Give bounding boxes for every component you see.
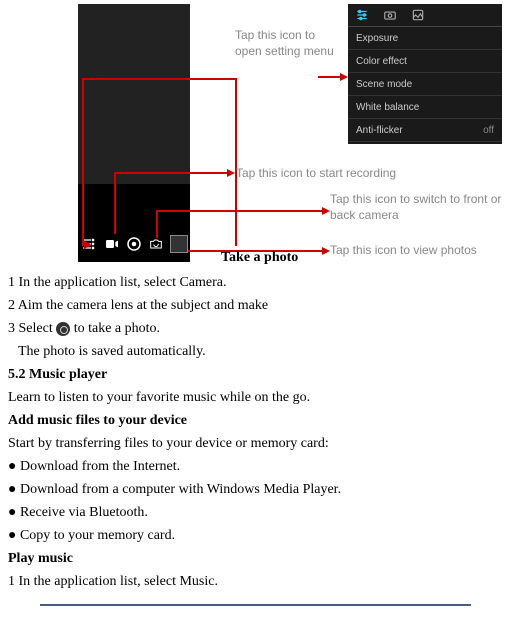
step: 2 Aim the camera lens at the subject and… [8, 295, 503, 316]
settings-row-white-balance[interactable]: White balance [348, 96, 502, 119]
section-heading: Play music [8, 548, 503, 569]
settings-row-scene-mode[interactable]: Scene mode [348, 73, 502, 96]
step: 1 In the application list, select Music. [8, 571, 503, 592]
step: 1 In the application list, select Camera… [8, 272, 503, 293]
bullet: ● Receive via Bluetooth. [8, 502, 503, 523]
settings-panel-screenshot: Exposure Color effect Scene mode White b… [348, 4, 502, 144]
image-icon [410, 7, 426, 23]
bullet: ● Copy to your memory card. [8, 525, 503, 546]
settings-row-anti-flicker[interactable]: Anti-flicker off [348, 119, 502, 142]
paragraph: Start by transferring files to your devi… [8, 433, 503, 454]
settings-panel-header [348, 4, 502, 27]
footer-divider [40, 604, 471, 606]
settings-row-color-effect[interactable]: Color effect [348, 50, 502, 73]
bullet: ● Download from a computer with Windows … [8, 479, 503, 500]
phone-screenshot [78, 4, 190, 262]
note: The photo is saved automatically. [18, 341, 503, 362]
settings-row-label: White balance [356, 102, 419, 113]
camera-diagram: Exposure Color effect Scene mode White b… [0, 0, 511, 270]
settings-row-label: Scene mode [356, 79, 412, 90]
settings-row-value: off [483, 125, 494, 136]
shutter-inline-icon [56, 322, 70, 336]
figure-caption: Take a photo [221, 250, 298, 266]
bullet: ● Download from the Internet. [8, 456, 503, 477]
callout-record: Tap this icon to start recording [236, 166, 396, 182]
callout-gallery: Tap this icon to view photos [330, 243, 477, 259]
record-icon[interactable] [103, 235, 121, 253]
settings-row-label: Exposure [356, 33, 398, 44]
paragraph: Learn to listen to your favorite music w… [8, 387, 503, 408]
settings-row-exposure[interactable]: Exposure [348, 27, 502, 50]
section-heading: 5.2 Music player [8, 364, 503, 385]
section-heading: Add music files to your device [8, 410, 503, 431]
sliders-icon [354, 7, 370, 23]
step: 3 Select to take a photo. [8, 318, 503, 339]
camera-icon [382, 7, 398, 23]
shutter-icon[interactable] [125, 235, 143, 253]
callout-switch: Tap this icon to switch to front or back… [330, 192, 510, 223]
body-text: 1 In the application list, select Camera… [0, 272, 511, 592]
callout-settings: Tap this icon to open setting menu [235, 28, 335, 59]
settings-row-label: Color effect [356, 56, 407, 67]
settings-row-label: Anti-flicker [356, 125, 403, 136]
camera-toolbar [78, 226, 190, 262]
gallery-icon[interactable] [170, 235, 188, 253]
